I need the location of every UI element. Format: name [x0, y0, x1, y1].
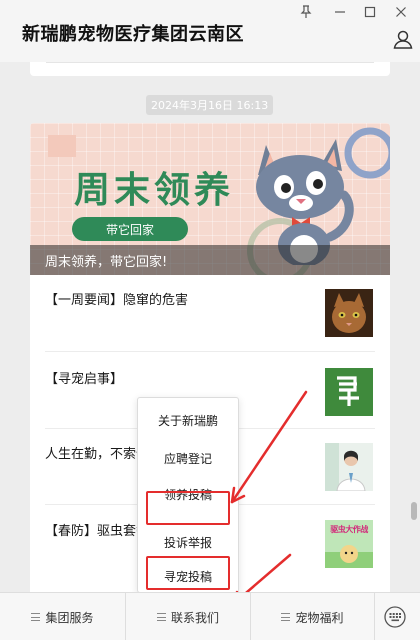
- lost-pet-logo-thumbnail: [325, 368, 373, 416]
- divider: [374, 593, 375, 640]
- poster-title: 驱虫大作战: [330, 525, 368, 534]
- banner-heading: 周末领养: [74, 169, 235, 211]
- menu-group-services[interactable]: 集团服务: [0, 593, 125, 640]
- keyboard-icon[interactable]: [383, 605, 407, 629]
- menu-item-about[interactable]: 关于新瑞鹏: [138, 404, 238, 436]
- divider: [46, 62, 374, 63]
- article-banner[interactable]: 周末领养 带它回家 周末领养，带它回家!: [30, 123, 390, 275]
- menu-lines-icon: [156, 613, 166, 621]
- bottom-menu-bar: 集团服务 联系我们 宠物福利: [0, 592, 420, 640]
- list-item-title: 【寻宠启事】: [45, 372, 124, 387]
- menu-label: 宠物福利: [295, 610, 344, 625]
- doctor-photo-thumbnail: [325, 443, 373, 491]
- menu-label: 集团服务: [45, 610, 94, 625]
- deworming-poster-thumbnail: 驱虫大作战: [325, 520, 373, 568]
- previous-message-card[interactable]: [30, 62, 390, 76]
- menu-item-complaint[interactable]: 投诉举报: [138, 526, 238, 558]
- maximize-icon[interactable]: [361, 4, 379, 20]
- close-icon[interactable]: [392, 4, 410, 20]
- message-timestamp: 2024年3月16日 16:13: [146, 95, 274, 115]
- menu-lines-icon: [31, 613, 41, 621]
- divider: [45, 351, 375, 352]
- pin-icon[interactable]: [297, 4, 315, 20]
- user-profile-icon[interactable]: [392, 28, 414, 50]
- highlight-box: [146, 491, 230, 525]
- title-bar: 新瑞鹏宠物医疗集团云南区: [0, 0, 420, 62]
- banner-pill: 带它回家: [72, 217, 188, 241]
- list-item-title: 【春防】驱虫套餐: [45, 524, 150, 539]
- chat-title: 新瑞鹏宠物医疗集团云南区: [22, 24, 244, 45]
- banner-caption[interactable]: 周末领养，带它回家!: [30, 245, 390, 275]
- menu-label: 联系我们: [170, 610, 219, 625]
- menu-lines-icon: [281, 613, 291, 621]
- list-item-news[interactable]: 【一周要闻】隐窜的危害: [45, 289, 375, 339]
- highlight-box: [146, 556, 230, 590]
- menu-item-job-application[interactable]: 应聘登记: [138, 442, 238, 474]
- menu-contact-us[interactable]: 联系我们: [126, 593, 250, 640]
- minimize-icon[interactable]: [331, 4, 349, 20]
- cat-photo-thumbnail: [325, 289, 373, 337]
- cat-illustration-icon: [256, 139, 354, 265]
- chat-scrollbar[interactable]: [411, 502, 417, 520]
- menu-pet-benefits[interactable]: 宠物福利: [251, 593, 374, 640]
- list-item-title: 【一周要闻】隐窜的危害: [45, 293, 189, 308]
